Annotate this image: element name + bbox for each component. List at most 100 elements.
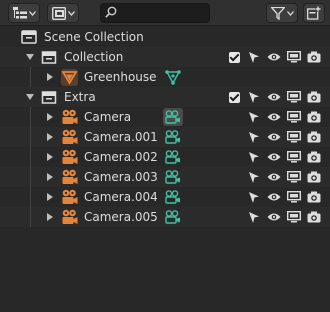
render-toggle[interactable]	[306, 49, 322, 65]
selectable-toggle[interactable]	[246, 89, 262, 105]
render-toggle[interactable]	[306, 89, 322, 105]
viewport-toggle[interactable]	[286, 49, 302, 65]
viewport-toggle[interactable]	[286, 109, 302, 125]
camera-object-icon	[61, 189, 78, 205]
camera-data-icon[interactable]	[163, 208, 183, 226]
render-toggle[interactable]	[306, 129, 322, 145]
tree-row-camera[interactable]: Camera.004	[0, 187, 330, 207]
exclude-checkbox[interactable]	[226, 49, 242, 65]
exclude-checkbox[interactable]	[226, 89, 242, 105]
expand-arrow-icon[interactable]	[47, 213, 53, 221]
new-collection-button[interactable]	[303, 3, 325, 23]
viewport-toggle[interactable]	[286, 169, 302, 185]
checkbox-checked-icon	[228, 91, 240, 103]
camera-data-icon[interactable]	[163, 168, 183, 186]
viewport-toggle[interactable]	[286, 149, 302, 165]
tree-row-extra[interactable]: Extra	[0, 87, 330, 107]
chevron-down-icon	[28, 10, 36, 16]
expand-arrow-icon[interactable]	[47, 113, 53, 121]
monitor-icon	[287, 171, 301, 183]
tree-row-camera[interactable]: Camera.003	[0, 167, 330, 187]
selectable-toggle[interactable]	[246, 209, 262, 225]
camera-data-icon[interactable]	[163, 128, 183, 146]
collection-label: Collection	[64, 50, 124, 64]
expand-arrow-icon[interactable]	[47, 173, 53, 181]
outliner-display-icon	[12, 7, 27, 19]
visibility-toggle[interactable]	[266, 209, 282, 225]
expand-arrow-icon[interactable]	[47, 73, 53, 81]
eye-icon	[267, 113, 281, 121]
selectable-toggle[interactable]	[246, 169, 262, 185]
collapse-arrow-icon[interactable]	[26, 54, 34, 60]
tree-row-camera[interactable]: Camera	[0, 107, 330, 127]
tree-line	[30, 167, 31, 187]
selectable-toggle[interactable]	[246, 49, 262, 65]
visibility-toggle[interactable]	[266, 149, 282, 165]
visibility-toggle[interactable]	[266, 129, 282, 145]
tree-row-scene-collection[interactable]: Scene Collection	[0, 27, 330, 47]
tree-line	[30, 67, 31, 87]
camera-data-icon[interactable]	[163, 148, 183, 166]
viewport-toggle[interactable]	[286, 209, 302, 225]
camera-render-icon	[307, 191, 321, 203]
camera-label: Camera	[84, 110, 132, 124]
tree-row-camera[interactable]: Camera.005	[0, 207, 330, 227]
chevron-down-icon	[67, 10, 75, 16]
selectable-toggle[interactable]	[246, 149, 262, 165]
camera-render-icon	[307, 151, 321, 163]
visibility-toggle[interactable]	[266, 49, 282, 65]
tree-row-camera[interactable]: Camera.002	[0, 147, 330, 167]
camera-label: Camera.004	[84, 190, 158, 204]
expand-arrow-icon[interactable]	[47, 153, 53, 161]
tree-row-collection[interactable]: Collection	[0, 47, 330, 67]
search-field[interactable]	[100, 3, 211, 23]
filter-funnel-icon	[270, 6, 285, 20]
monitor-icon	[287, 91, 301, 103]
visibility-toggle[interactable]	[266, 89, 282, 105]
visibility-toggle[interactable]	[266, 109, 282, 125]
eye-icon	[267, 93, 281, 101]
collapse-arrow-icon[interactable]	[26, 94, 34, 100]
viewport-toggle[interactable]	[286, 129, 302, 145]
cursor-arrow-icon	[249, 131, 259, 143]
display-mode-dropdown[interactable]	[8, 3, 40, 23]
tree-row-camera[interactable]: Camera.001	[0, 127, 330, 147]
camera-label: Camera.005	[84, 210, 158, 224]
search-input[interactable]	[121, 6, 211, 20]
camera-label: Camera.001	[84, 130, 158, 144]
camera-object-icon	[61, 129, 78, 145]
render-toggle[interactable]	[306, 209, 322, 225]
expand-arrow-icon[interactable]	[47, 193, 53, 201]
monitor-icon	[287, 111, 301, 123]
tree-line	[30, 207, 31, 227]
visibility-toggle[interactable]	[266, 169, 282, 185]
viewport-toggle[interactable]	[286, 189, 302, 205]
expand-arrow-icon[interactable]	[47, 133, 53, 141]
camera-render-icon	[307, 211, 321, 223]
eye-icon	[267, 173, 281, 181]
camera-data-icon[interactable]	[163, 108, 183, 126]
cursor-arrow-icon	[249, 211, 259, 223]
view-filter-dropdown[interactable]	[47, 3, 79, 23]
render-toggle[interactable]	[306, 169, 322, 185]
mesh-data-icon[interactable]	[165, 69, 181, 85]
eye-icon	[267, 213, 281, 221]
selectable-toggle[interactable]	[246, 109, 262, 125]
visibility-toggle[interactable]	[266, 189, 282, 205]
tree-row-greenhouse[interactable]: Greenhouse	[0, 67, 330, 87]
camera-render-icon	[307, 91, 321, 103]
render-toggle[interactable]	[306, 149, 322, 165]
filter-dropdown[interactable]	[266, 3, 298, 23]
collection-icon	[41, 89, 57, 105]
camera-label: Camera.003	[84, 170, 158, 184]
selectable-toggle[interactable]	[246, 189, 262, 205]
camera-render-icon	[307, 51, 321, 63]
viewport-toggle[interactable]	[286, 89, 302, 105]
render-toggle[interactable]	[306, 189, 322, 205]
camera-data-icon[interactable]	[163, 188, 183, 206]
selectable-toggle[interactable]	[246, 129, 262, 145]
camera-label: Camera.002	[84, 150, 158, 164]
monitor-icon	[287, 211, 301, 223]
camera-object-icon	[61, 209, 78, 225]
render-toggle[interactable]	[306, 109, 322, 125]
